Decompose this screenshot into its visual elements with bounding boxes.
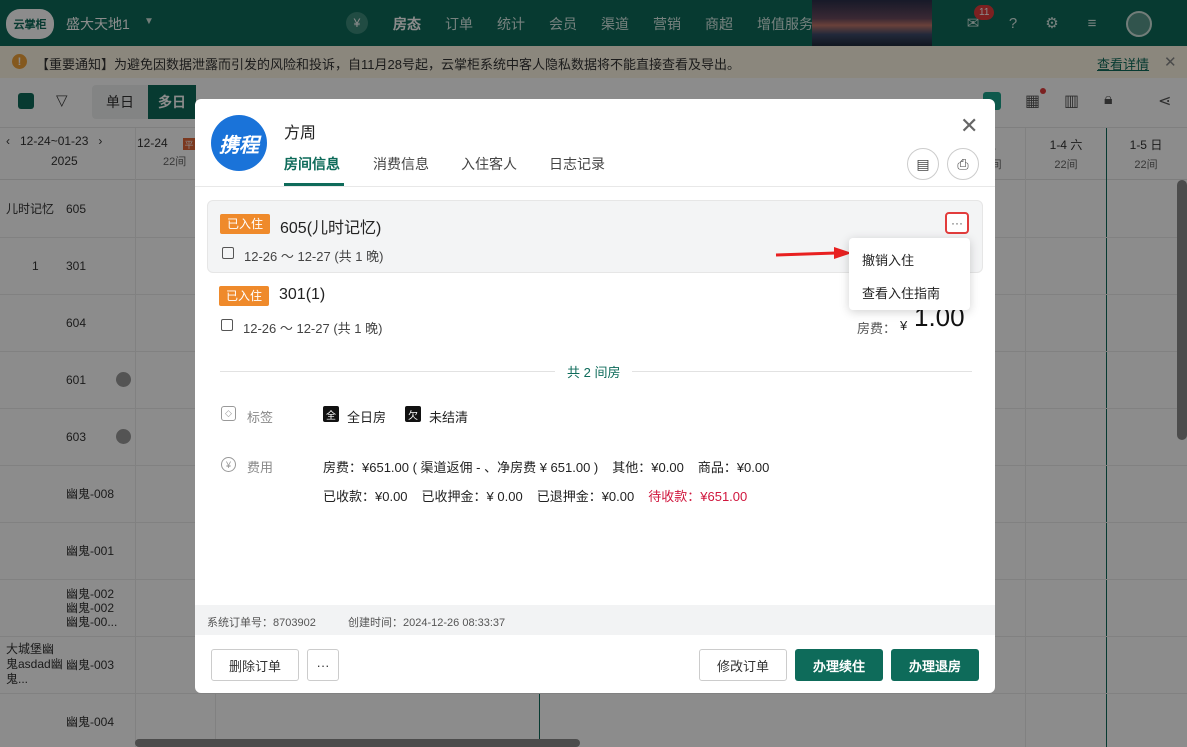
fee-summary-line-2: 已收款：¥0.00 已收押金：¥ 0.00 已退押金：¥0.00 待收款：¥651.0… (323, 486, 761, 505)
tag-full-day: 全日房 (347, 410, 387, 425)
calendar-icon (221, 319, 233, 331)
order-number: 系统订单号：8703902 (207, 617, 316, 629)
other-fee: 其他：¥0.00 (612, 460, 684, 475)
stay-dates: 12-26 ～ 12-27 (共 1 晚) (244, 249, 384, 264)
unpaid-icon: 欠 (405, 406, 421, 422)
more-actions-button[interactable]: ··· (307, 649, 339, 681)
menu-item-cancel-checkin[interactable]: 撤销入住 (862, 250, 914, 269)
status-badge: 已入住 (220, 214, 271, 234)
goods-fee: 商品：¥0.00 (697, 460, 770, 475)
edit-order-button[interactable]: 修改订单 (699, 649, 787, 681)
tab-guests[interactable]: 入住客人 (461, 154, 517, 174)
tab-room-info[interactable]: 房间信息 (284, 154, 340, 174)
yen-icon: ¥ (221, 457, 236, 472)
divider (632, 371, 972, 372)
fee-summary-line-1: 房费：¥651.00 ( 渠道返佣 - 、净房费 ¥ 651.00 ) 其他：¥0… (323, 457, 783, 476)
tags-label: 标签 (247, 410, 274, 425)
more-options-button[interactable]: ··· (945, 212, 969, 234)
room-fee-detail: 房费：¥651.00 ( 渠道返佣 - 、净房费 ¥ 651.00 ) (323, 460, 599, 475)
tab-logs[interactable]: 日志记录 (549, 154, 605, 174)
more-options-menu: 撤销入住 查看入住指南 (849, 238, 970, 310)
amount-due: 待收款：¥651.00 (648, 489, 748, 504)
tab-consumption[interactable]: 消费信息 (373, 154, 429, 174)
room-title: 605(儿时记忆) (280, 220, 382, 237)
guest-name: 方周 (284, 125, 317, 142)
received-amount: 已收款：¥0.00 (323, 489, 408, 504)
fees-label: 费用 (247, 460, 274, 475)
ctrip-channel-logo: 携程 (211, 115, 267, 171)
order-detail-modal: 携程 方周 ✕ 房间信息 消费信息 入住客人 日志记录 ▤ ⎙ 已入住 605(… (195, 99, 995, 693)
delete-order-button[interactable]: 删除订单 (211, 649, 299, 681)
currency-symbol: ¥ (900, 318, 908, 333)
divider (220, 371, 555, 372)
divider (195, 186, 995, 187)
room-count: 共 2 间房 (567, 365, 621, 380)
full-day-icon: 全 (323, 406, 339, 422)
menu-item-checkin-guide[interactable]: 查看入住指南 (862, 283, 940, 302)
calendar-icon (222, 247, 234, 259)
invoice-icon[interactable]: ▤ (907, 148, 939, 180)
created-time: 创建时间：2024-12-26 08:33:37 (348, 617, 506, 629)
tag-unpaid: 未结清 (429, 410, 469, 425)
status-badge: 已入住 (219, 286, 270, 306)
room-fee-label: 房费： (857, 321, 897, 336)
order-meta-bar: 系统订单号：8703902 创建时间：2024-12-26 08:33:37 (195, 605, 995, 635)
tag-icon: ◇ (221, 406, 236, 421)
extend-stay-button[interactable]: 办理续住 (795, 649, 883, 681)
deposit-refunded: 已退押金：¥0.00 (536, 489, 635, 504)
room-title: 301(1) (279, 286, 326, 303)
deposit-received: 已收押金：¥ 0.00 (421, 489, 523, 504)
annotation-arrow-icon (775, 247, 852, 259)
stay-dates: 12-26 ～ 12-27 (共 1 晚) (243, 321, 383, 336)
print-icon[interactable]: ⎙ (947, 148, 979, 180)
checkout-button[interactable]: 办理退房 (891, 649, 979, 681)
close-icon[interactable]: ✕ (960, 115, 978, 137)
